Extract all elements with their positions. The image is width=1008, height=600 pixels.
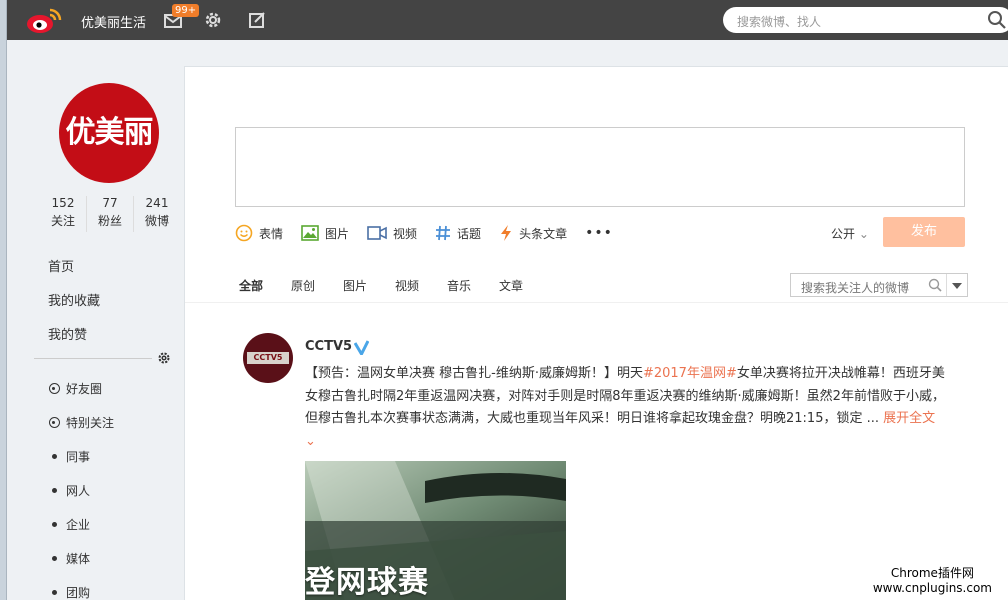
nav-favorites[interactable]: 我的收藏	[48, 290, 100, 309]
profile-stats: 152 关注 77 粉丝 241 微博	[40, 196, 180, 232]
tab-all[interactable]: 全部	[239, 277, 263, 294]
group-label: 企业	[66, 518, 91, 532]
weibo-logo-icon[interactable]	[25, 7, 63, 35]
tool-image[interactable]: 图片	[301, 225, 349, 242]
tool-emoji[interactable]: 表情	[235, 224, 283, 242]
stat-followers-label: 粉丝	[97, 214, 122, 228]
group-label: 好友圈	[66, 382, 103, 396]
tab-articles[interactable]: 文章	[499, 277, 523, 294]
window-edge	[0, 0, 7, 600]
visibility-dropdown[interactable]: 公开 ⌄	[831, 225, 869, 242]
dropdown-caret-icon[interactable]	[952, 283, 962, 289]
compose-icon[interactable]	[247, 10, 267, 30]
feed-search-input[interactable]: 搜索我关注人的微博	[801, 279, 909, 296]
bullet-icon	[48, 552, 60, 566]
tool-headline-article-label: 头条文章	[519, 226, 568, 241]
bullet-icon	[48, 518, 60, 532]
post-text-part: 【预告：温网女单决赛 穆古鲁扎-维纳斯·威廉姆斯！】明天	[305, 366, 643, 381]
global-search-input[interactable]: 搜索微博、找人	[737, 13, 821, 30]
watermark-line-2: www.cnplugins.com	[872, 581, 992, 595]
gear-icon[interactable]	[203, 10, 223, 30]
post-image[interactable]: 登网球赛	[305, 461, 566, 600]
group-groupbuy[interactable]: 团购	[48, 584, 90, 600]
search-icon[interactable]	[928, 278, 942, 292]
expand-label: 展开全文	[883, 411, 936, 426]
lightning-icon	[501, 225, 512, 241]
stat-followers-count: 77	[102, 196, 118, 210]
message-count-badge: 99+	[172, 4, 200, 17]
visibility-label: 公开	[831, 227, 856, 241]
stat-weibo-count: 241	[145, 196, 169, 210]
smiley-icon	[235, 224, 253, 242]
stat-following-count: 152	[51, 196, 75, 210]
tool-headline-article[interactable]: 头条文章	[499, 224, 567, 242]
stat-following[interactable]: 152 关注	[40, 196, 87, 232]
tool-topic[interactable]: 话题	[435, 225, 481, 242]
nav-likes[interactable]: 我的赞	[48, 324, 87, 343]
video-icon	[367, 226, 387, 240]
group-label: 网人	[66, 484, 91, 498]
post-hashtag-link[interactable]: #2017年温网#	[643, 366, 737, 381]
composer-toolbar: 表情 图片 视频 话题 头条文章 •••	[235, 223, 613, 243]
search-icon[interactable]	[987, 10, 1007, 30]
group-netizens[interactable]: 网人	[48, 482, 90, 499]
group-media[interactable]: 媒体	[48, 550, 90, 567]
user-avatar[interactable]: 优美丽	[59, 83, 159, 183]
nav-home[interactable]: 首页	[48, 256, 74, 275]
tab-original[interactable]: 原创	[291, 277, 315, 294]
global-search[interactable]: 搜索微博、找人	[723, 7, 1008, 33]
post-author-avatar[interactable]: CCTV5	[243, 333, 293, 383]
stat-weibo[interactable]: 241 微博	[134, 196, 180, 232]
tab-music[interactable]: 音乐	[447, 277, 471, 294]
tool-emoji-label: 表情	[259, 226, 284, 241]
stat-following-label: 关注	[50, 214, 75, 228]
compose-textarea[interactable]	[235, 127, 965, 207]
group-label: 媒体	[66, 552, 91, 566]
group-friends-circle[interactable]: 好友圈	[48, 380, 102, 397]
chevron-down-icon: ⌄	[305, 433, 316, 449]
tool-image-label: 图片	[325, 226, 350, 241]
post-author-name[interactable]: CCTV5	[305, 339, 352, 354]
radio-ring-icon	[48, 416, 60, 430]
bullet-icon	[48, 450, 60, 464]
tab-videos[interactable]: 视频	[395, 277, 419, 294]
feed-search-divider	[946, 274, 947, 296]
username-link[interactable]: 优美丽生活	[81, 12, 146, 31]
group-label: 同事	[66, 450, 91, 464]
main-panel: 表情 图片 视频 话题 头条文章 ••• 公开 ⌄ 发布 全部 原创 图片 视频…	[184, 66, 1008, 600]
more-tools-button[interactable]: •••	[585, 225, 613, 241]
top-bar: 优美丽生活 99+ 搜索微博、找人	[7, 0, 1008, 40]
post-text: 【预告：温网女单决赛 穆古鲁扎-维纳斯·威廉姆斯！】明天#2017年温网#女单决…	[305, 363, 945, 453]
watermark: Chrome插件网 www.cnplugins.com	[873, 566, 992, 596]
group-label: 团购	[66, 586, 91, 600]
sidebar-divider	[34, 358, 152, 359]
group-enterprise[interactable]: 企业	[48, 516, 90, 533]
group-label: 特别关注	[66, 416, 115, 430]
verified-badge-icon	[354, 340, 369, 355]
watermark-line-1: Chrome插件网	[890, 566, 974, 580]
radio-ring-icon	[48, 382, 60, 396]
tool-video[interactable]: 视频	[367, 225, 417, 242]
chevron-down-icon: ⌄	[858, 227, 869, 241]
bullet-icon	[48, 484, 60, 498]
post-image-caption: 登网球赛	[305, 565, 429, 600]
bullet-icon	[48, 586, 60, 600]
feed-search[interactable]: 搜索我关注人的微博	[790, 273, 968, 297]
stat-weibo-label: 微博	[144, 214, 169, 228]
tool-topic-label: 话题	[457, 226, 482, 241]
publish-button[interactable]: 发布	[883, 217, 965, 247]
cctv5-logo: CCTV5	[247, 352, 289, 364]
hashtag-icon	[436, 225, 451, 241]
tool-video-label: 视频	[393, 226, 418, 241]
group-special-follow[interactable]: 特别关注	[48, 414, 114, 431]
image-icon	[301, 225, 319, 241]
group-settings-gear-icon[interactable]	[157, 351, 171, 365]
stat-followers[interactable]: 77 粉丝	[87, 196, 134, 232]
group-colleagues[interactable]: 同事	[48, 448, 90, 465]
tab-pictures[interactable]: 图片	[343, 277, 367, 294]
